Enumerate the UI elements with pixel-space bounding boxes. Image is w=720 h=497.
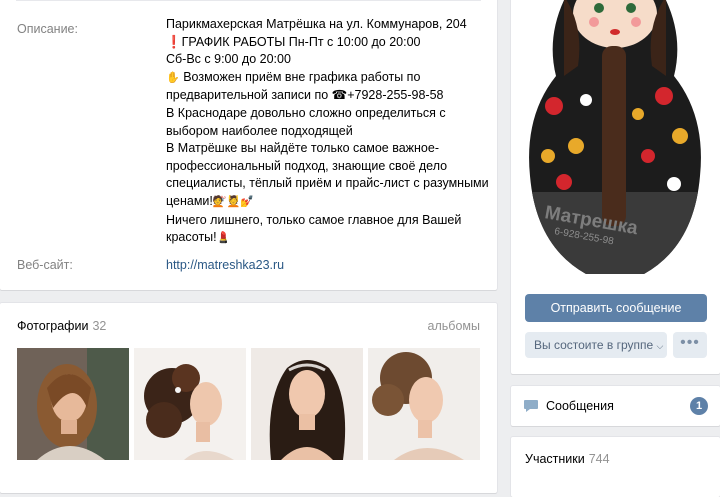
description-text: Парикмахерская Матрёшка на ул. Коммунаро…: [166, 16, 489, 248]
photos-count: 32: [92, 319, 107, 333]
albums-link[interactable]: альбомы: [428, 319, 480, 333]
group-avatar[interactable]: Матрешка 6-928-255-98: [524, 0, 706, 280]
description-line: красоты!💄: [166, 229, 486, 248]
description-line: В Краснодаре довольно сложно определитьс…: [166, 105, 446, 120]
group-info-card: Описание: Парикмахерская Матрёшка на ул.…: [0, 0, 497, 290]
description-line: ценами!💇💆💅: [166, 193, 486, 212]
photos-title: Фотографии: [17, 319, 89, 333]
description-line: профессиональный подход, знающие своё де…: [166, 158, 448, 173]
photo-thumbnail[interactable]: [368, 348, 480, 460]
description-label: Описание:: [17, 22, 78, 36]
description-line: Сб-Вс с 9:00 до 20:00: [166, 52, 291, 67]
description-line: ✋ Возможен приём вне графика работы по: [166, 69, 486, 88]
description-line-text: красоты!: [166, 230, 217, 245]
members-count: 744: [588, 452, 610, 466]
more-actions-button[interactable]: •••: [673, 332, 707, 358]
members-label: Участники: [525, 452, 585, 466]
member-status-label: Вы состоите в группе: [534, 338, 654, 352]
messages-count-badge: 1: [690, 397, 708, 415]
photos-header[interactable]: Фотографии 32: [17, 319, 106, 333]
salon-emoji-icon: 💇💆💅: [212, 195, 254, 208]
divider: [16, 0, 481, 1]
photo-thumbnail[interactable]: [251, 348, 363, 460]
description-line: ❗ГРАФИК РАБОТЫ Пн-Пт с 10:00 до 20:00: [166, 34, 421, 49]
description-line: специалисты, тёплый приём и прайс-лист с…: [166, 176, 489, 191]
chevron-down-icon: ⌵: [656, 341, 664, 351]
website-label: Веб-сайт:: [17, 258, 73, 272]
hand-emoji-icon: ✋: [166, 71, 180, 84]
photo-thumbnail[interactable]: [134, 348, 246, 460]
description-line-text: Возможен приём вне графика работы по: [183, 69, 421, 84]
website-link[interactable]: http://matreshka23.ru: [166, 258, 284, 272]
description-line: предварительной записи по ☎+7928-255-98-…: [166, 88, 444, 103]
messages-card[interactable]: Сообщения 1: [511, 386, 720, 426]
description-line: Парикмахерская Матрёшка на ул. Коммунаро…: [166, 17, 467, 31]
message-bubble-icon: [523, 399, 539, 416]
messages-label: Сообщения: [546, 399, 614, 413]
member-status-button[interactable]: Вы состоите в группе ⌵: [525, 332, 667, 358]
description-line-text: ценами!: [166, 193, 213, 208]
description-line: выбором наиболее подходящей: [166, 123, 353, 138]
photos-card: Фотографии 32 альбомы: [0, 303, 497, 493]
send-message-button[interactable]: Отправить сообщение: [525, 294, 707, 322]
members-card: Участники 744: [511, 437, 720, 497]
members-header[interactable]: Участники 744: [525, 452, 610, 466]
description-line: В Матрёшке вы найдёте только самое важно…: [166, 141, 439, 156]
photo-thumbnail[interactable]: [17, 348, 129, 460]
group-avatar-card: Матрешка 6-928-255-98 Отправить сообщени…: [511, 0, 720, 374]
lipstick-emoji-icon: 💄: [216, 232, 231, 245]
description-line: Ничего лишнего, только самое главное для…: [166, 212, 462, 227]
